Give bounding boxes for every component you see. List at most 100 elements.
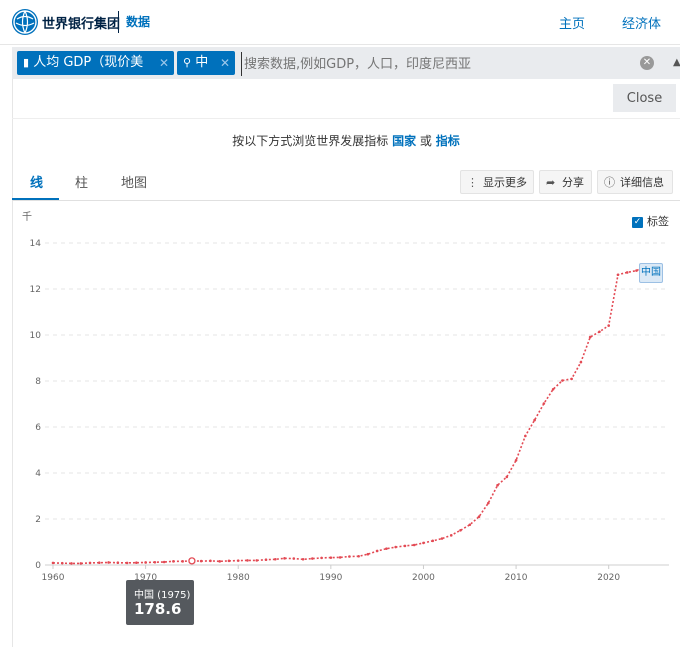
nav-home-link[interactable]: 主页 [559, 13, 585, 32]
data-point [329, 556, 333, 559]
browse-country-link[interactable]: 国家 [392, 134, 416, 148]
browse-by-row: 按以下方式浏览世界发展指标 国家 或 指标 [12, 118, 680, 165]
data-point [283, 557, 286, 560]
remove-indicator-icon[interactable]: ✕ [159, 51, 169, 75]
data-point [385, 547, 388, 550]
browse-indicator-link[interactable]: 指标 [436, 134, 460, 148]
data-point [88, 561, 92, 565]
data-point [375, 549, 379, 553]
details-label: 详细信息 [620, 176, 664, 189]
clear-search-icon[interactable]: ✕ [640, 56, 654, 70]
data-point [412, 543, 416, 547]
collapse-up-icon[interactable]: ▲ [673, 57, 680, 68]
indicator-chip-label: 人均 GDP（现价美元） [23, 55, 144, 94]
x-tick-label: 1960 [42, 573, 65, 583]
data-point [570, 377, 573, 381]
data-point [514, 459, 518, 462]
data-point [542, 402, 546, 405]
info-icon: ⓘ [604, 176, 615, 189]
data-point [348, 555, 351, 558]
show-more-button[interactable]: ⋮ 显示更多 [460, 170, 534, 194]
search-input[interactable] [241, 52, 636, 76]
data-point [172, 560, 175, 563]
tooltip-title: 中国 (1975) [134, 590, 191, 601]
close-button[interactable]: Close [613, 84, 676, 112]
top-navigation-bar: 世界银行集团 数据 主页 经济体 [0, 0, 680, 45]
data-point [292, 557, 296, 560]
bar-chart-icon: ▮ [23, 56, 30, 69]
remove-country-icon[interactable]: ✕ [220, 51, 230, 75]
data-point [162, 560, 166, 564]
x-tick-label: 2000 [412, 573, 435, 583]
search-bar: ▮ 人均 GDP（现价美元） ✕ ⚲ 中国 ✕ ✕ ▲ [12, 47, 680, 94]
data-point [551, 387, 555, 391]
data-point [264, 558, 268, 562]
x-tick-label: 2010 [505, 573, 528, 583]
data-point [459, 528, 462, 532]
data-point [496, 483, 499, 487]
share-label: 分享 [562, 176, 584, 189]
data-point [403, 544, 407, 548]
active-tab-indicator [12, 198, 59, 200]
share-icon: ➦ [546, 176, 556, 189]
data-point [218, 560, 222, 563]
data-point [588, 335, 592, 339]
share-button[interactable]: ➦ 分享 [539, 170, 592, 194]
data-point [70, 562, 73, 565]
data-point [625, 271, 629, 274]
brand-divider [118, 11, 119, 33]
tab-map[interactable]: 地图 [121, 172, 147, 191]
location-pin-icon: ⚲ [183, 56, 192, 69]
brand-name[interactable]: 世界银行集团 [42, 13, 120, 32]
data-point [561, 379, 564, 382]
browse-prefix-text: 按以下方式浏览世界发展指标 [232, 134, 389, 148]
x-tick-label: 1990 [319, 573, 342, 583]
data-point [524, 434, 527, 438]
country-chip[interactable]: ⚲ 中国 ✕ [177, 51, 235, 94]
data-point [486, 501, 490, 505]
data-point [301, 557, 305, 561]
data-point [135, 561, 138, 564]
data-point [107, 561, 110, 564]
nav-economy-link[interactable]: 经济体 [622, 13, 661, 32]
world-bank-logo-icon[interactable] [12, 9, 38, 35]
data-point [449, 534, 453, 537]
vertical-dots-icon: ⋮ [467, 176, 478, 189]
y-tick-label: 8 [35, 377, 41, 387]
y-tick-label: 2 [35, 515, 41, 525]
data-point [440, 537, 444, 540]
chart-tooltip: 中国 (1975) 178.6 [126, 580, 194, 625]
series-label-tag: 中国 [639, 263, 663, 283]
data-point [153, 560, 157, 564]
data-point [338, 556, 342, 559]
x-tick-label: 1980 [227, 573, 250, 583]
data-point [98, 561, 101, 564]
y-tick-label: 12 [30, 285, 41, 295]
data-point [273, 557, 277, 561]
data-point [199, 559, 203, 563]
data-point [116, 561, 120, 564]
indicator-chip[interactable]: ▮ 人均 GDP（现价美元） ✕ [17, 51, 174, 94]
data-point [181, 560, 184, 563]
highlighted-point [188, 557, 196, 565]
y-tick-label: 6 [35, 423, 41, 433]
data-point [598, 330, 601, 334]
data-point [607, 324, 610, 327]
tab-line[interactable]: 线 [30, 172, 43, 191]
data-point [616, 273, 620, 277]
brand-data-link[interactable]: 数据 [126, 13, 150, 30]
y-tick-label: 4 [35, 469, 41, 479]
data-point [533, 418, 536, 422]
data-point [394, 545, 397, 549]
tooltip-value: 178.6 [134, 600, 182, 618]
browse-or-text: 或 [419, 134, 432, 148]
details-button[interactable]: ⓘ 详细信息 [597, 170, 673, 194]
data-point [366, 552, 370, 556]
data-point [505, 475, 509, 479]
data-point [431, 539, 435, 543]
chart-tabs: 线 柱 地图 ⋮ 显示更多 ➦ 分享 ⓘ 详细信息 [12, 164, 680, 201]
tab-bar[interactable]: 柱 [75, 172, 88, 191]
data-point [477, 515, 481, 518]
y-tick-label: 10 [30, 331, 42, 341]
y-tick-label: 14 [30, 239, 42, 249]
